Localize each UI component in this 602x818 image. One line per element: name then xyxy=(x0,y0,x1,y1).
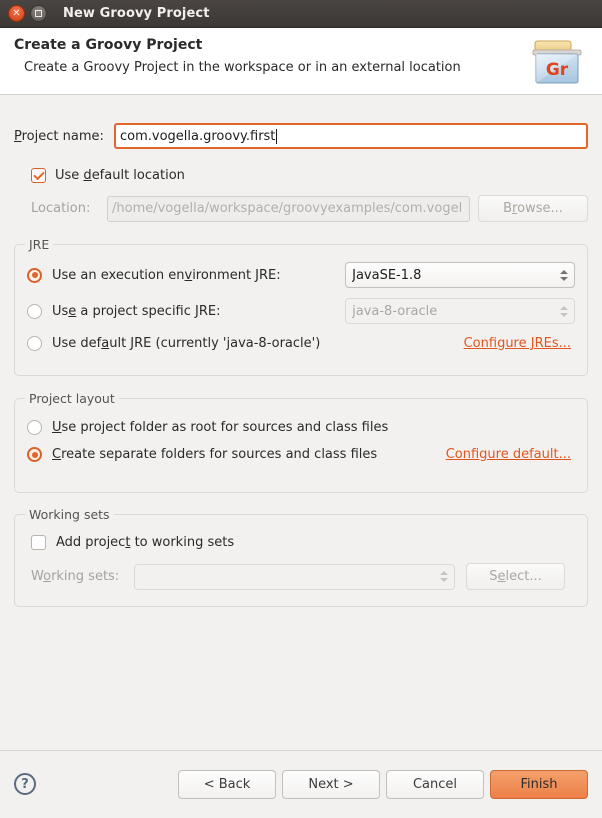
working-sets-field-row: Working sets: Select... xyxy=(31,563,575,590)
help-glyph: ? xyxy=(21,776,29,792)
layout-project-folder-radio[interactable] xyxy=(27,420,42,435)
execution-environment-spinner-icon[interactable] xyxy=(559,269,568,281)
working-sets-combo[interactable] xyxy=(134,563,455,590)
project-layout-group: Project layout Use project folder as roo… xyxy=(14,391,588,493)
finish-button-label: Finish xyxy=(520,776,558,792)
project-specific-jre-value: java-8-oracle xyxy=(352,303,438,319)
browse-button-label: Browse... xyxy=(503,201,563,216)
configure-jres-link[interactable]: Configure JREs... xyxy=(464,336,571,351)
help-icon[interactable]: ? xyxy=(14,773,36,795)
add-project-to-working-sets-checkbox[interactable] xyxy=(31,535,46,550)
jre-option-execution-environment-row[interactable]: Use an execution environment JRE: JavaSE… xyxy=(27,262,575,288)
project-specific-jre-combo[interactable]: java-8-oracle xyxy=(345,298,575,324)
project-name-label: Project name: xyxy=(14,128,104,144)
dialog-body: Project name: com.vogella.groovy.first U… xyxy=(0,95,602,750)
jre-group: JRE Use an execution environment JRE: Ja… xyxy=(14,237,588,376)
execution-environment-value: JavaSE-1.8 xyxy=(352,267,422,283)
jre-execution-environment-radio[interactable] xyxy=(27,267,42,283)
add-project-to-working-sets-row[interactable]: Add project to working sets xyxy=(31,535,575,550)
location-label: Location: xyxy=(31,201,91,216)
next-button-label: Next > xyxy=(308,776,354,792)
jre-group-title: JRE xyxy=(25,237,54,252)
next-button[interactable]: Next > xyxy=(282,769,380,799)
dialog-footer: ? < Back Next > Cancel Finish xyxy=(0,750,602,817)
close-glyph: ✕ xyxy=(12,7,21,19)
jre-default-radio[interactable] xyxy=(27,336,42,351)
title-bar: ✕ New Groovy Project xyxy=(0,0,602,28)
project-name-input[interactable]: com.vogella.groovy.first xyxy=(114,123,588,149)
jre-project-specific-label: Use a project specific JRE: xyxy=(52,303,221,319)
browse-button[interactable]: Browse... xyxy=(478,195,588,222)
back-button-label: < Back xyxy=(203,776,251,792)
jre-option-project-specific-row[interactable]: Use a project specific JRE: java-8-oracl… xyxy=(27,298,575,324)
maximize-icon[interactable] xyxy=(30,5,47,22)
groovy-project-folder-icon: Gr xyxy=(524,36,590,89)
layout-separate-folders-label: Create separate folders for sources and … xyxy=(52,447,378,462)
working-sets-select-button[interactable]: Select... xyxy=(466,563,565,590)
execution-environment-combo[interactable]: JavaSE-1.8 xyxy=(345,262,575,288)
page-title: Create a Groovy Project xyxy=(14,37,203,53)
use-default-location-row[interactable]: Use default location xyxy=(31,168,588,183)
svg-text:Gr: Gr xyxy=(546,60,569,80)
location-input[interactable]: /home/vogella/workspace/groovyexamples/c… xyxy=(107,195,470,222)
working-sets-field-label: Working sets: xyxy=(31,569,120,584)
layout-option-project-folder-row[interactable]: Use project folder as root for sources a… xyxy=(27,420,575,435)
footer-buttons: < Back Next > Cancel Finish xyxy=(178,769,588,799)
layout-separate-folders-radio[interactable] xyxy=(27,447,42,462)
working-sets-spinner-icon[interactable] xyxy=(439,571,448,582)
text-caret xyxy=(276,128,278,144)
project-name-row: Project name: com.vogella.groovy.first xyxy=(14,123,588,149)
window-title: New Groovy Project xyxy=(63,6,210,21)
jre-execution-environment-label: Use an execution environment JRE: xyxy=(52,267,281,283)
location-value: /home/vogella/workspace/groovyexamples/c… xyxy=(112,201,463,216)
cancel-button-label: Cancel xyxy=(412,776,458,792)
jre-project-specific-radio[interactable] xyxy=(27,303,42,319)
maximize-glyph xyxy=(35,10,42,17)
layout-option-separate-folders-row[interactable]: Create separate folders for sources and … xyxy=(27,447,575,462)
layout-project-folder-label: Use project folder as root for sources a… xyxy=(52,420,389,435)
add-project-to-working-sets-label: Add project to working sets xyxy=(56,535,235,550)
close-icon[interactable]: ✕ xyxy=(8,5,25,22)
project-layout-group-title: Project layout xyxy=(25,391,119,406)
project-specific-jre-spinner-icon[interactable] xyxy=(559,305,568,317)
working-sets-group: Working sets Add project to working sets… xyxy=(14,507,588,607)
jre-option-default-row[interactable]: Use default JRE (currently 'java-8-oracl… xyxy=(27,336,575,351)
use-default-location-checkbox[interactable] xyxy=(31,168,46,183)
page-subtitle: Create a Groovy Project in the workspace… xyxy=(24,60,461,75)
jre-default-label: Use default JRE (currently 'java-8-oracl… xyxy=(52,336,321,351)
working-sets-group-title: Working sets xyxy=(25,507,114,522)
back-button[interactable]: < Back xyxy=(178,769,276,799)
project-name-value: com.vogella.groovy.first xyxy=(120,128,276,144)
location-row: Location: /home/vogella/workspace/groovy… xyxy=(31,195,588,222)
new-groovy-project-dialog: ✕ New Groovy Project Create a Groovy Pro… xyxy=(0,0,602,818)
finish-button[interactable]: Finish xyxy=(490,769,588,799)
cancel-button[interactable]: Cancel xyxy=(386,769,484,799)
dialog-header: Create a Groovy Project Create a Groovy … xyxy=(0,28,602,95)
configure-default-link[interactable]: Configure default... xyxy=(446,447,571,462)
working-sets-select-label: Select... xyxy=(489,569,542,584)
use-default-location-label: Use default location xyxy=(55,168,185,183)
